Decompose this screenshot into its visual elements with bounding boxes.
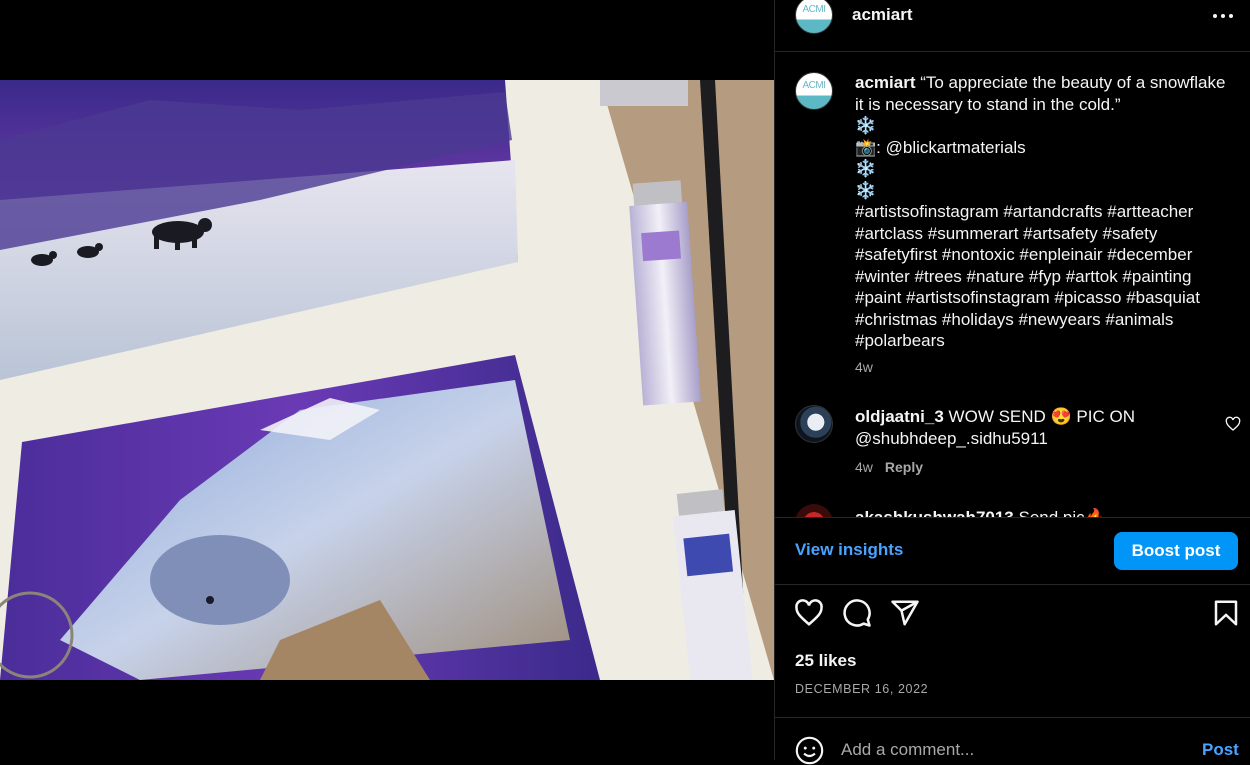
comment-avatar[interactable] bbox=[795, 405, 833, 443]
insights-bar: View insights Boost post bbox=[775, 517, 1250, 585]
caption-avatar[interactable]: ACMI bbox=[795, 72, 833, 110]
heart-outline-icon[interactable] bbox=[1225, 416, 1241, 432]
header-username[interactable]: acmiart bbox=[852, 5, 912, 25]
view-insights-link[interactable]: View insights bbox=[795, 540, 903, 560]
caption-timestamp[interactable]: 4w bbox=[855, 359, 873, 375]
boost-post-button[interactable]: Boost post bbox=[1114, 532, 1238, 570]
comment: oldjaatni_3 WOW SEND 😍 PIC ON @shubhdeep… bbox=[855, 406, 1185, 449]
reply-button[interactable]: Reply bbox=[885, 459, 923, 475]
avatar[interactable]: ACMI bbox=[795, 0, 833, 34]
comment-icon[interactable] bbox=[842, 598, 872, 628]
heart-icon[interactable] bbox=[794, 598, 824, 628]
comment-username[interactable]: oldjaatni_3 bbox=[855, 407, 944, 426]
comment-avatar[interactable] bbox=[795, 504, 833, 517]
caption-text: “To appreciate the beauty of a snowflake… bbox=[855, 73, 1226, 350]
likes-count[interactable]: 25 likes bbox=[795, 651, 856, 671]
caption-username[interactable]: acmiart bbox=[855, 73, 915, 92]
comment-username[interactable]: akashkushwah7013 bbox=[855, 508, 1014, 517]
more-horizontal-icon[interactable] bbox=[1213, 10, 1235, 22]
add-comment-bar: Post bbox=[775, 717, 1250, 765]
post-header: ACMI acmiart bbox=[775, 0, 1250, 52]
bookmark-icon[interactable] bbox=[1211, 598, 1241, 628]
post-comment-button[interactable]: Post bbox=[1202, 740, 1239, 760]
post-media[interactable] bbox=[0, 0, 774, 760]
post-sidebar: ACMI acmiart ACMI acmiart “To appreciate… bbox=[774, 0, 1250, 765]
post-action-icons bbox=[775, 598, 1250, 638]
share-icon[interactable] bbox=[890, 598, 920, 628]
emoji-icon[interactable] bbox=[795, 736, 824, 765]
post-image bbox=[0, 80, 774, 680]
comments-scroll[interactable]: ACMI acmiart “To appreciate the beauty o… bbox=[775, 52, 1250, 517]
caption: acmiart “To appreciate the beauty of a s… bbox=[855, 72, 1230, 352]
comment-timestamp[interactable]: 4w bbox=[855, 459, 873, 475]
caption-avatar-logo-text: ACMI bbox=[802, 80, 827, 91]
comment: akashkushwah7013 Send pic🔥 bbox=[855, 507, 1235, 517]
avatar-logo-text: ACMI bbox=[802, 4, 827, 15]
post-date[interactable]: DECEMBER 16, 2022 bbox=[795, 682, 928, 696]
comment-meta: 4w Reply bbox=[855, 459, 923, 475]
comment-text: Send pic🔥 bbox=[1019, 508, 1106, 517]
